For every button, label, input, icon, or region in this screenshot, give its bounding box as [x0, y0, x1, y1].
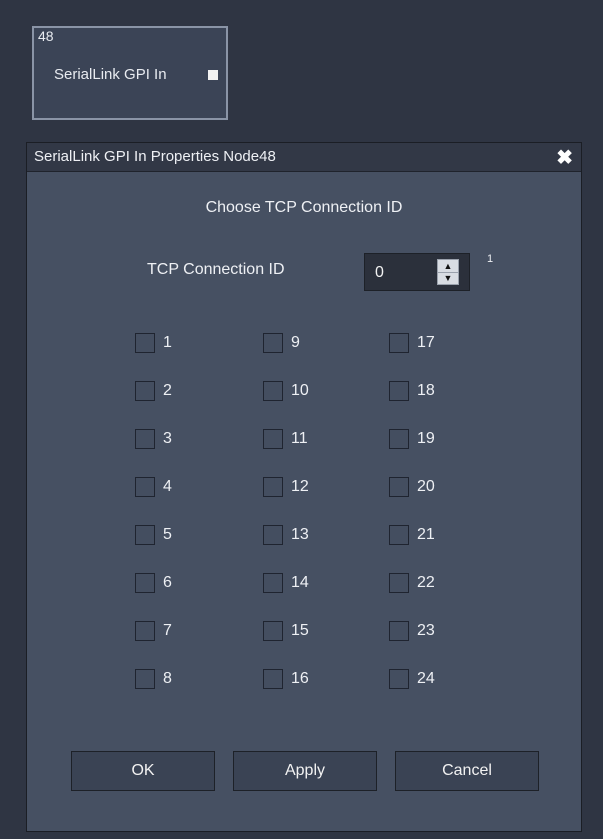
checkbox-label: 8 [163, 670, 172, 687]
checkbox-item[interactable]: 9 [263, 333, 300, 353]
checkbox-label: 6 [163, 574, 172, 591]
apply-button[interactable]: Apply [233, 751, 377, 791]
checkbox-box[interactable] [263, 525, 283, 545]
checkbox-item[interactable]: 1 [135, 333, 172, 353]
dialog-title: SerialLink GPI In Properties Node48 [34, 148, 276, 165]
node-title: SerialLink GPI In [54, 66, 167, 83]
checkbox-box[interactable] [389, 573, 409, 593]
checkbox-label: 15 [291, 622, 309, 639]
checkbox-box[interactable] [263, 381, 283, 401]
checkbox-label: 3 [163, 430, 172, 447]
close-icon[interactable]: ✖ [556, 145, 573, 170]
checkbox-item[interactable]: 17 [389, 333, 435, 353]
checkbox-box[interactable] [389, 381, 409, 401]
checkbox-box[interactable] [389, 621, 409, 641]
checkbox-box[interactable] [389, 525, 409, 545]
dialog-heading: Choose TCP Connection ID [205, 199, 403, 216]
checkbox-label: 10 [291, 382, 309, 399]
properties-dialog: SerialLink GPI In Properties Node48 ✖ Ch… [26, 142, 582, 832]
output-port-icon[interactable] [208, 70, 218, 80]
checkbox-label: 23 [417, 622, 435, 639]
checkbox-box[interactable] [263, 621, 283, 641]
checkbox-box[interactable] [135, 669, 155, 689]
checkbox-box[interactable] [263, 333, 283, 353]
checkbox-box[interactable] [389, 333, 409, 353]
checkbox-item[interactable]: 20 [389, 477, 435, 497]
checkbox-item[interactable]: 8 [135, 669, 172, 689]
ok-button[interactable]: OK [71, 751, 215, 791]
checkbox-box[interactable] [263, 669, 283, 689]
checkbox-box[interactable] [135, 333, 155, 353]
checkbox-item[interactable]: 19 [389, 429, 435, 449]
checkbox-item[interactable]: 4 [135, 477, 172, 497]
checkbox-label: 12 [291, 478, 309, 495]
checkbox-label: 17 [417, 334, 435, 351]
tcp-connection-label: TCP Connection ID [147, 261, 285, 278]
checkbox-item[interactable]: 5 [135, 525, 172, 545]
checkbox-box[interactable] [263, 429, 283, 449]
checkbox-label: 9 [291, 334, 300, 351]
checkbox-label: 16 [291, 670, 309, 687]
checkbox-label: 5 [163, 526, 172, 543]
checkbox-label: 4 [163, 478, 172, 495]
tcp-connection-value[interactable]: 0 [375, 264, 384, 282]
canvas: 48 SerialLink GPI In SerialLink GPI In P… [0, 0, 603, 839]
checkbox-item[interactable]: 14 [263, 573, 309, 593]
checkbox-item[interactable]: 6 [135, 573, 172, 593]
dialog-titlebar[interactable]: SerialLink GPI In Properties Node48 ✖ [27, 143, 581, 172]
checkbox-label: 24 [417, 670, 435, 687]
checkbox-box[interactable] [263, 477, 283, 497]
checkbox-item[interactable]: 12 [263, 477, 309, 497]
cancel-button[interactable]: Cancel [395, 751, 539, 791]
checkbox-item[interactable]: 24 [389, 669, 435, 689]
superscript-note: 1 [487, 253, 494, 265]
checkbox-item[interactable]: 11 [263, 429, 308, 449]
checkbox-item[interactable]: 10 [263, 381, 309, 401]
checkbox-item[interactable]: 23 [389, 621, 435, 641]
checkbox-box[interactable] [263, 573, 283, 593]
serial-link-node[interactable]: 48 SerialLink GPI In [32, 26, 228, 120]
checkbox-label: 21 [417, 526, 435, 543]
checkbox-item[interactable]: 13 [263, 525, 309, 545]
checkbox-box[interactable] [135, 381, 155, 401]
checkbox-item[interactable]: 16 [263, 669, 309, 689]
checkbox-label: 11 [291, 430, 308, 447]
tcp-connection-id-input[interactable]: 0 ▲ ▼ [364, 253, 470, 291]
checkbox-box[interactable] [135, 429, 155, 449]
checkbox-label: 22 [417, 574, 435, 591]
tcp-connection-spinner[interactable]: ▲ ▼ [437, 259, 459, 285]
checkbox-label: 1 [163, 334, 172, 351]
checkbox-box[interactable] [135, 477, 155, 497]
checkbox-label: 14 [291, 574, 309, 591]
checkbox-box[interactable] [135, 621, 155, 641]
checkbox-item[interactable]: 2 [135, 381, 172, 401]
checkbox-label: 18 [417, 382, 435, 399]
checkbox-label: 19 [417, 430, 435, 447]
checkbox-box[interactable] [135, 525, 155, 545]
checkbox-box[interactable] [389, 429, 409, 449]
checkbox-item[interactable]: 18 [389, 381, 435, 401]
spin-down-icon[interactable]: ▼ [438, 272, 458, 284]
checkbox-label: 13 [291, 526, 309, 543]
checkbox-box[interactable] [389, 477, 409, 497]
checkbox-item[interactable]: 3 [135, 429, 172, 449]
checkbox-label: 2 [163, 382, 172, 399]
checkbox-label: 7 [163, 622, 172, 639]
checkbox-label: 20 [417, 478, 435, 495]
node-id: 48 [38, 28, 54, 44]
checkbox-item[interactable]: 21 [389, 525, 435, 545]
checkbox-item[interactable]: 15 [263, 621, 309, 641]
checkbox-box[interactable] [389, 669, 409, 689]
checkbox-box[interactable] [135, 573, 155, 593]
checkbox-item[interactable]: 7 [135, 621, 172, 641]
checkbox-item[interactable]: 22 [389, 573, 435, 593]
